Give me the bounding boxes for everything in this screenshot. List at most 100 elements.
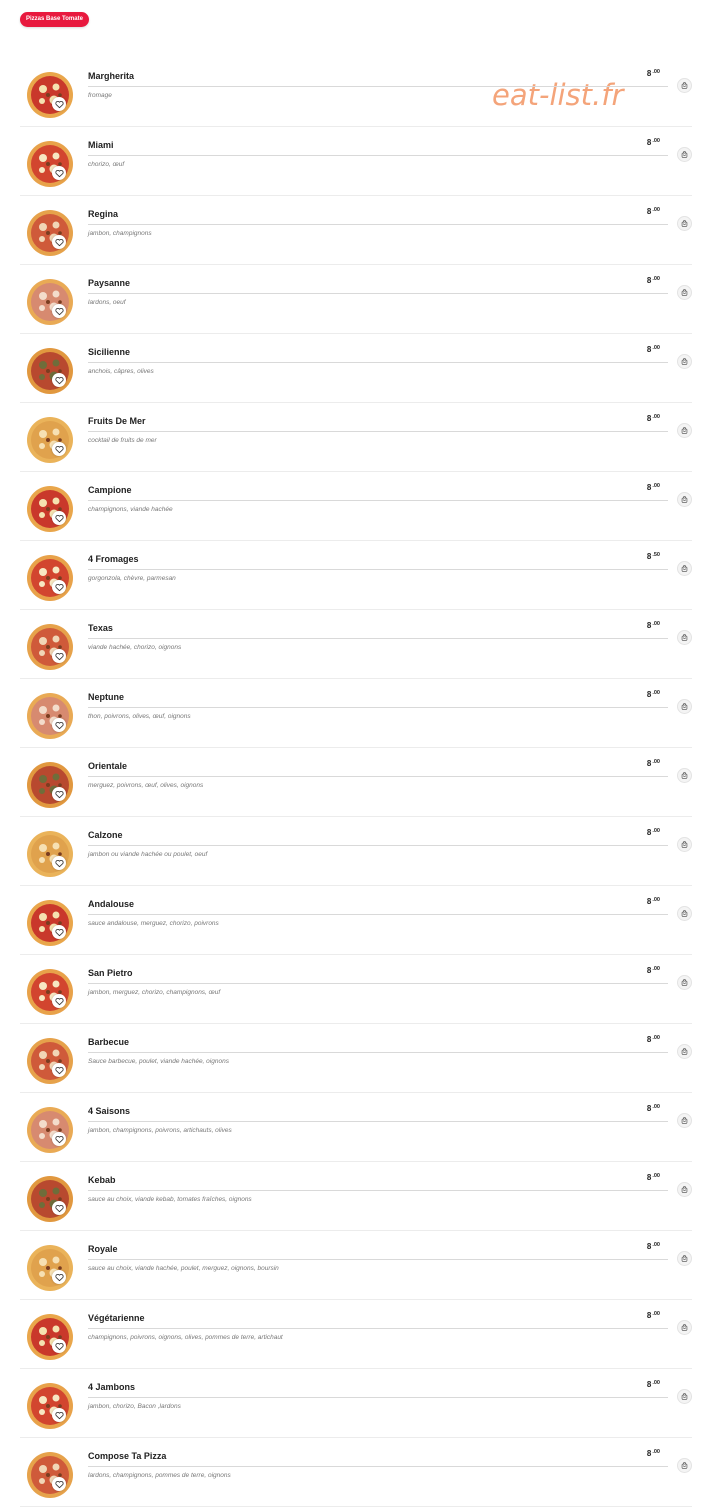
price-main: 8: [646, 552, 652, 561]
menu-item[interactable]: 4 Jambons 8.00 jambon, chorizo, Bacon ,lar…: [20, 1369, 692, 1438]
pizza-image: [26, 1037, 74, 1085]
menu-item[interactable]: Texas 8.00 viande hachée, chorizo, oignons: [20, 610, 692, 679]
menu-item-description: lardons, oeuf: [88, 299, 126, 306]
shopping-bag-icon[interactable]: [677, 1320, 692, 1335]
heart-icon[interactable]: [52, 97, 66, 111]
menu-item-price: 8.00: [647, 759, 660, 768]
menu-item[interactable]: Fruits De Mer 8.00 cocktail de fruits de m…: [20, 403, 692, 472]
menu-item-description: cocktail de fruits de mer: [88, 437, 157, 444]
pizza-image: [26, 830, 74, 878]
menu-item[interactable]: 4 Fromages 8.50 gorgonzola, chèvre, parmes…: [20, 541, 692, 610]
menu-item[interactable]: Margherita 8.00 fromage: [20, 58, 692, 127]
menu-item-description: thon, poivrons, olives, œuf, oignons: [88, 713, 191, 720]
pizza-image: [26, 1451, 74, 1499]
shopping-bag-icon[interactable]: [677, 1389, 692, 1404]
shopping-bag-icon[interactable]: [677, 1113, 692, 1128]
shopping-bag-icon[interactable]: [677, 837, 692, 852]
menu-item[interactable]: Neptune 8.00 thon, poivrons, olives, œuf, …: [20, 679, 692, 748]
price-cents: .00: [652, 1104, 660, 1110]
shopping-bag-icon[interactable]: [677, 216, 692, 231]
heart-icon[interactable]: [52, 166, 66, 180]
heart-icon[interactable]: [52, 1063, 66, 1077]
menu-item-description: sauce au choix, viande hachée, poulet, m…: [88, 1265, 279, 1272]
divider: [88, 86, 668, 87]
shopping-bag-icon[interactable]: [677, 492, 692, 507]
pizza-image: [26, 899, 74, 947]
divider: [88, 983, 668, 984]
shopping-bag-icon[interactable]: [677, 1458, 692, 1473]
shopping-bag-icon[interactable]: [677, 1251, 692, 1266]
heart-icon[interactable]: [52, 442, 66, 456]
heart-icon[interactable]: [52, 580, 66, 594]
menu-item[interactable]: Végétarienne 8.00 champignons, poivrons, o…: [20, 1300, 692, 1369]
shopping-bag-icon[interactable]: [677, 699, 692, 714]
heart-icon[interactable]: [52, 1477, 66, 1491]
shopping-bag-icon[interactable]: [677, 1044, 692, 1059]
menu-item[interactable]: Miami 8.00 chorizo, œuf: [20, 127, 692, 196]
shopping-bag-icon[interactable]: [677, 975, 692, 990]
heart-icon[interactable]: [52, 994, 66, 1008]
heart-icon[interactable]: [52, 1201, 66, 1215]
menu-item-name: Fruits De Mer: [88, 416, 146, 426]
pizza-image: [26, 1106, 74, 1154]
shopping-bag-icon[interactable]: [677, 768, 692, 783]
pizza-image: [26, 623, 74, 671]
pizza-image: [26, 485, 74, 533]
heart-icon[interactable]: [52, 787, 66, 801]
shopping-bag-icon[interactable]: [677, 906, 692, 921]
pizza-image: [26, 347, 74, 395]
menu-item[interactable]: Regina 8.00 jambon, champignons: [20, 196, 692, 265]
price-cents: .00: [652, 966, 660, 972]
price-cents: .00: [652, 1173, 660, 1179]
menu-item[interactable]: Compose Ta Pizza 8.00 lardons, champignons…: [20, 1438, 692, 1507]
menu-item[interactable]: Paysanne 8.00 lardons, oeuf: [20, 265, 692, 334]
pizza-image: [26, 968, 74, 1016]
menu-item[interactable]: Sicilienne 8.00 anchois, câpres, olives: [20, 334, 692, 403]
heart-icon[interactable]: [52, 856, 66, 870]
heart-icon[interactable]: [52, 649, 66, 663]
shopping-bag-icon[interactable]: [677, 561, 692, 576]
price-main: 8: [646, 138, 652, 147]
price-main: 8: [646, 759, 652, 768]
shopping-bag-icon[interactable]: [677, 1182, 692, 1197]
menu-item-name: 4 Jambons: [88, 1382, 136, 1392]
menu-item-price: 8.50: [647, 552, 660, 561]
shopping-bag-icon[interactable]: [677, 147, 692, 162]
menu-item-price: 8.00: [647, 345, 660, 354]
shopping-bag-icon[interactable]: [677, 630, 692, 645]
shopping-bag-icon[interactable]: [677, 354, 692, 369]
heart-icon[interactable]: [52, 1132, 66, 1146]
heart-icon[interactable]: [52, 373, 66, 387]
menu-item[interactable]: Orientale 8.00 merguez, poivrons, œuf, oli…: [20, 748, 692, 817]
heart-icon[interactable]: [52, 1270, 66, 1284]
menu-item[interactable]: Andalouse 8.00 sauce andalouse, merguez, c…: [20, 886, 692, 955]
heart-icon[interactable]: [52, 718, 66, 732]
heart-icon[interactable]: [52, 304, 66, 318]
price-cents: .00: [652, 207, 660, 213]
menu-item[interactable]: Calzone 8.00 jambon ou viande hachée ou po…: [20, 817, 692, 886]
menu-item[interactable]: Campione 8.00 champignons, viande hachée: [20, 472, 692, 541]
price-main: 8: [646, 1449, 652, 1458]
shopping-bag-icon[interactable]: [677, 285, 692, 300]
heart-icon[interactable]: [52, 925, 66, 939]
heart-icon[interactable]: [52, 1408, 66, 1422]
menu-item[interactable]: Royale 8.00 sauce au choix, viande hachée,…: [20, 1231, 692, 1300]
menu-item[interactable]: Barbecue 8.00 Sauce barbecue, poulet, vian…: [20, 1024, 692, 1093]
divider: [88, 155, 668, 156]
pizza-image: [26, 278, 74, 326]
heart-icon[interactable]: [52, 1339, 66, 1353]
shopping-bag-icon[interactable]: [677, 423, 692, 438]
menu-item-name: Calzone: [88, 830, 123, 840]
menu-item-price: 8.00: [647, 828, 660, 837]
heart-icon[interactable]: [52, 235, 66, 249]
pizza-image: [26, 1313, 74, 1361]
shopping-bag-icon[interactable]: [677, 78, 692, 93]
price-main: 8: [646, 1173, 652, 1182]
menu-item-price: 8.00: [647, 1380, 660, 1389]
menu-item[interactable]: San Pietro 8.00 jambon, merguez, chorizo, …: [20, 955, 692, 1024]
menu-item[interactable]: Kebab 8.00 sauce au choix, viande kebab, t…: [20, 1162, 692, 1231]
menu-item[interactable]: 4 Saisons 8.00 jambon, champignons, poivro…: [20, 1093, 692, 1162]
category-tab-pizzas-base-tomate[interactable]: Pizzas Base Tomate: [20, 12, 89, 27]
pizza-image: [26, 692, 74, 740]
heart-icon[interactable]: [52, 511, 66, 525]
